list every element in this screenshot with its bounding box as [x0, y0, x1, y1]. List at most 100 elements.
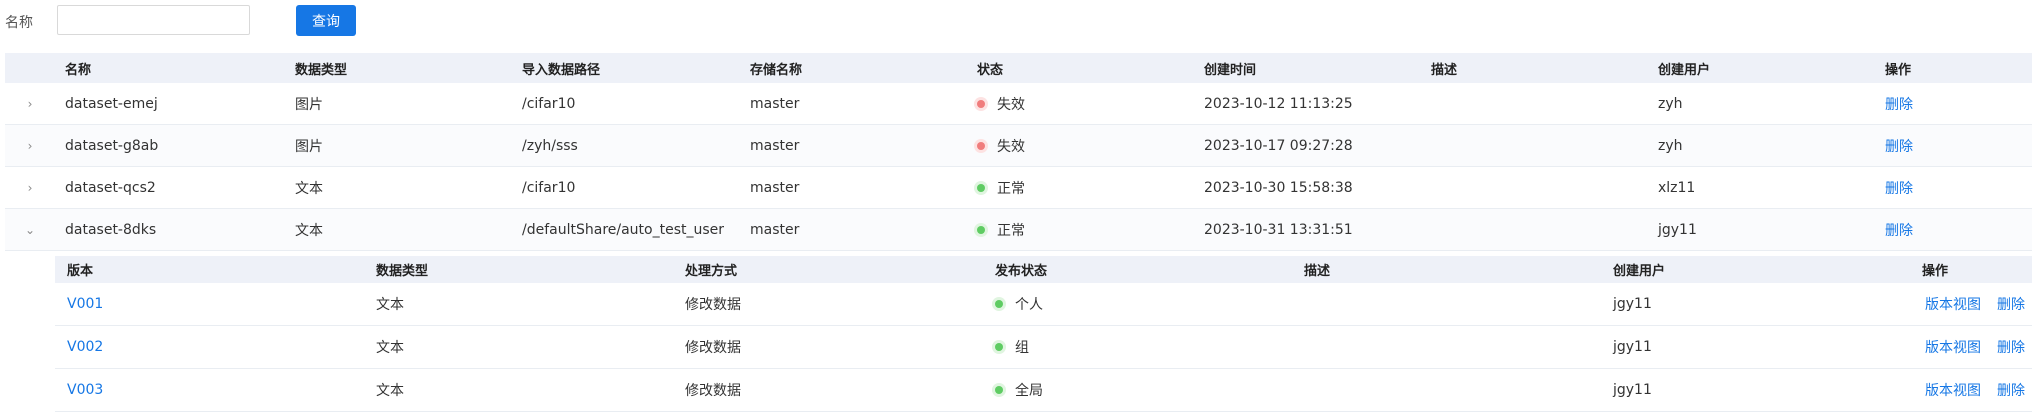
- col-header-user: 创建用户: [1658, 62, 1711, 78]
- row-path: /zyh/sss: [522, 137, 578, 154]
- version-delete-link[interactable]: 删除: [1997, 283, 2025, 325]
- version-link[interactable]: V002: [67, 326, 103, 368]
- sub-row-user: jgy11: [1613, 339, 1652, 355]
- table-row: › dataset-emej 图片 /cifar10 master 失效 202…: [5, 83, 2032, 125]
- status-text: 正常: [997, 180, 1025, 197]
- chevron-down-icon: ⌄: [24, 222, 36, 237]
- version-subtable: 版本 数据类型 处理方式 发布状态 描述 创建用户 操作 V001 文本 修改数…: [55, 256, 2032, 412]
- row-name: dataset-qcs2: [65, 179, 156, 196]
- col-header-action: 操作: [1885, 62, 1912, 78]
- dataset-table: 名称 数据类型 导入数据路径 存储名称 状态 创建时间 描述 创建用户 操作 ›…: [5, 53, 2032, 251]
- status-dot: [977, 99, 985, 108]
- row-type: 图片: [295, 138, 323, 155]
- sub-row-type: 文本: [376, 383, 404, 399]
- delete-link[interactable]: 删除: [1885, 167, 1913, 208]
- version-link[interactable]: V003: [67, 369, 103, 411]
- version-view-link[interactable]: 版本视图: [1925, 283, 1981, 325]
- row-status: 正常: [977, 167, 1025, 208]
- version-delete-link[interactable]: 删除: [1997, 369, 2025, 411]
- row-status: 失效: [977, 125, 1025, 166]
- status-text: 失效: [997, 138, 1025, 155]
- status-text: 正常: [997, 222, 1025, 239]
- subtable-row: V001 文本 修改数据 个人 jgy11 版本视图 删除: [55, 283, 2032, 326]
- expand-toggle[interactable]: ⌄: [23, 209, 37, 250]
- sub-row-publish: 组: [995, 326, 1029, 368]
- row-created: 2023-10-17 09:27:28: [1204, 137, 1353, 154]
- sub-row-type: 文本: [376, 297, 404, 313]
- chevron-right-icon: ›: [27, 96, 33, 111]
- sub-col-user: 创建用户: [1613, 264, 1666, 279]
- search-input[interactable]: [57, 5, 250, 35]
- row-type: 文本: [295, 222, 323, 239]
- table-row: ⌄ dataset-8dks 文本 /defaultShare/auto_tes…: [5, 209, 2032, 251]
- sub-row-type: 文本: [376, 340, 404, 356]
- col-header-storage: 存储名称: [750, 62, 803, 78]
- delete-link[interactable]: 删除: [1885, 83, 1913, 124]
- search-bar: 名称 查询: [0, 0, 2032, 52]
- row-name: dataset-8dks: [65, 221, 157, 238]
- status-dot: [995, 343, 1003, 351]
- expand-toggle[interactable]: ›: [23, 167, 37, 208]
- row-storage: master: [750, 179, 800, 196]
- delete-link[interactable]: 删除: [1885, 125, 1913, 166]
- sub-col-desc: 描述: [1304, 264, 1331, 279]
- expand-toggle[interactable]: ›: [23, 125, 37, 166]
- row-status: 失效: [977, 83, 1025, 124]
- sub-row-method: 修改数据: [685, 297, 741, 313]
- table-row: › dataset-qcs2 文本 /cifar10 master 正常 202…: [5, 167, 2032, 209]
- row-path: /cifar10: [522, 179, 576, 196]
- sub-row-method: 修改数据: [685, 383, 741, 399]
- row-storage: master: [750, 95, 800, 112]
- chevron-right-icon: ›: [27, 180, 33, 195]
- publish-text: 组: [1015, 340, 1029, 356]
- sub-row-publish: 全局: [995, 369, 1043, 411]
- subtable-header: 版本 数据类型 处理方式 发布状态 描述 创建用户 操作: [55, 256, 2032, 283]
- col-header-path: 导入数据路径: [522, 62, 601, 78]
- col-header-created: 创建时间: [1204, 62, 1257, 78]
- status-dot: [977, 141, 985, 150]
- row-user: zyh: [1658, 137, 1683, 154]
- sub-col-type: 数据类型: [376, 264, 429, 279]
- publish-text: 个人: [1015, 297, 1043, 313]
- version-view-link[interactable]: 版本视图: [1925, 326, 1981, 368]
- status-dot: [977, 183, 985, 192]
- row-type: 图片: [295, 96, 323, 113]
- publish-text: 全局: [1015, 383, 1043, 399]
- sub-row-publish: 个人: [995, 283, 1043, 325]
- status-dot: [977, 225, 985, 234]
- sub-col-method: 处理方式: [685, 264, 738, 279]
- sub-row-user: jgy11: [1613, 382, 1652, 398]
- status-text: 失效: [997, 96, 1025, 113]
- subtable-row: V003 文本 修改数据 全局 jgy11 版本视图 删除: [55, 369, 2032, 412]
- row-path: /cifar10: [522, 95, 576, 112]
- row-path: /defaultShare/auto_test_user: [522, 221, 725, 238]
- row-created: 2023-10-12 11:13:25: [1204, 95, 1353, 112]
- table-header: 名称 数据类型 导入数据路径 存储名称 状态 创建时间 描述 创建用户 操作: [5, 53, 2032, 83]
- col-header-type: 数据类型: [295, 62, 348, 78]
- sub-row-method: 修改数据: [685, 340, 741, 356]
- table-row: › dataset-g8ab 图片 /zyh/sss master 失效 202…: [5, 125, 2032, 167]
- version-link[interactable]: V001: [67, 283, 103, 325]
- expand-toggle[interactable]: ›: [23, 83, 37, 124]
- delete-link[interactable]: 删除: [1885, 209, 1913, 250]
- sub-col-version: 版本: [67, 264, 94, 279]
- subtable-row: V002 文本 修改数据 组 jgy11 版本视图 删除: [55, 326, 2032, 369]
- row-name: dataset-g8ab: [65, 137, 159, 154]
- row-name: dataset-emej: [65, 95, 158, 112]
- row-storage: master: [750, 137, 800, 154]
- row-status: 正常: [977, 209, 1025, 250]
- sub-row-user: jgy11: [1613, 296, 1652, 312]
- row-user: jgy11: [1658, 221, 1697, 238]
- version-view-link[interactable]: 版本视图: [1925, 369, 1981, 411]
- row-created: 2023-10-30 15:58:38: [1204, 179, 1353, 196]
- row-storage: master: [750, 221, 800, 238]
- row-user: xlz11: [1658, 179, 1696, 196]
- version-delete-link[interactable]: 删除: [1997, 326, 2025, 368]
- col-header-name: 名称: [65, 62, 92, 78]
- search-label: 名称: [5, 15, 33, 31]
- sub-col-publish: 发布状态: [995, 264, 1048, 279]
- search-button[interactable]: 查询: [296, 5, 356, 36]
- row-created: 2023-10-31 13:31:51: [1204, 221, 1353, 238]
- row-user: zyh: [1658, 95, 1683, 112]
- status-dot: [995, 300, 1003, 308]
